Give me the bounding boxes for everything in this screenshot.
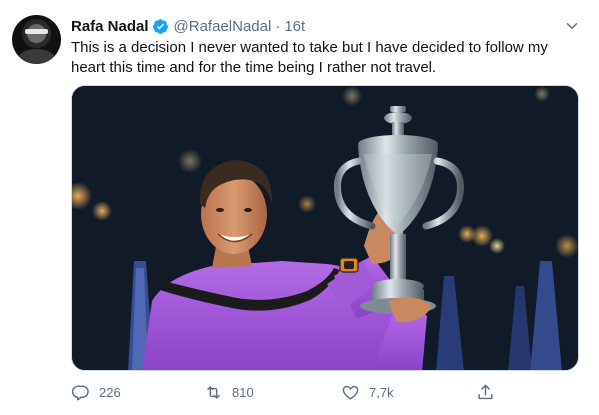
avatar-shoulders bbox=[18, 49, 55, 64]
share-upload-icon bbox=[476, 383, 495, 402]
verified-badge-icon bbox=[152, 18, 169, 35]
author-handle[interactable]: @RafaelNadal bbox=[174, 18, 272, 35]
author-name[interactable]: Rafa Nadal bbox=[71, 18, 149, 35]
tweet-actions: 226 810 7,7k bbox=[71, 380, 571, 404]
like-count: 7,7k bbox=[369, 384, 394, 400]
like-button[interactable]: 7,7k bbox=[341, 380, 394, 404]
tweet[interactable]: Rafa Nadal @RafaelNadal · 16t This is a … bbox=[0, 0, 599, 415]
chevron-down-icon[interactable] bbox=[562, 16, 582, 36]
tweet-text: This is a decision I never wanted to tak… bbox=[71, 39, 548, 76]
tweet-photo[interactable] bbox=[71, 85, 579, 371]
separator-dot: · bbox=[275, 17, 281, 35]
tweet-header: Rafa Nadal @RafaelNadal · 16t bbox=[71, 16, 305, 36]
reply-button[interactable]: 226 bbox=[71, 380, 121, 404]
retweet-count: 810 bbox=[232, 384, 254, 400]
retweet-button[interactable]: 810 bbox=[204, 380, 254, 404]
avatar-headband bbox=[25, 29, 48, 34]
avatar[interactable] bbox=[12, 15, 61, 64]
heart-icon bbox=[341, 383, 360, 402]
reply-count: 226 bbox=[99, 384, 121, 400]
retweet-arrows-icon bbox=[204, 383, 223, 402]
speech-bubble-icon bbox=[71, 383, 90, 402]
trophy-photo-illustration bbox=[72, 86, 578, 370]
share-button[interactable] bbox=[476, 380, 495, 404]
tweet-timestamp[interactable]: 16t bbox=[284, 18, 305, 35]
